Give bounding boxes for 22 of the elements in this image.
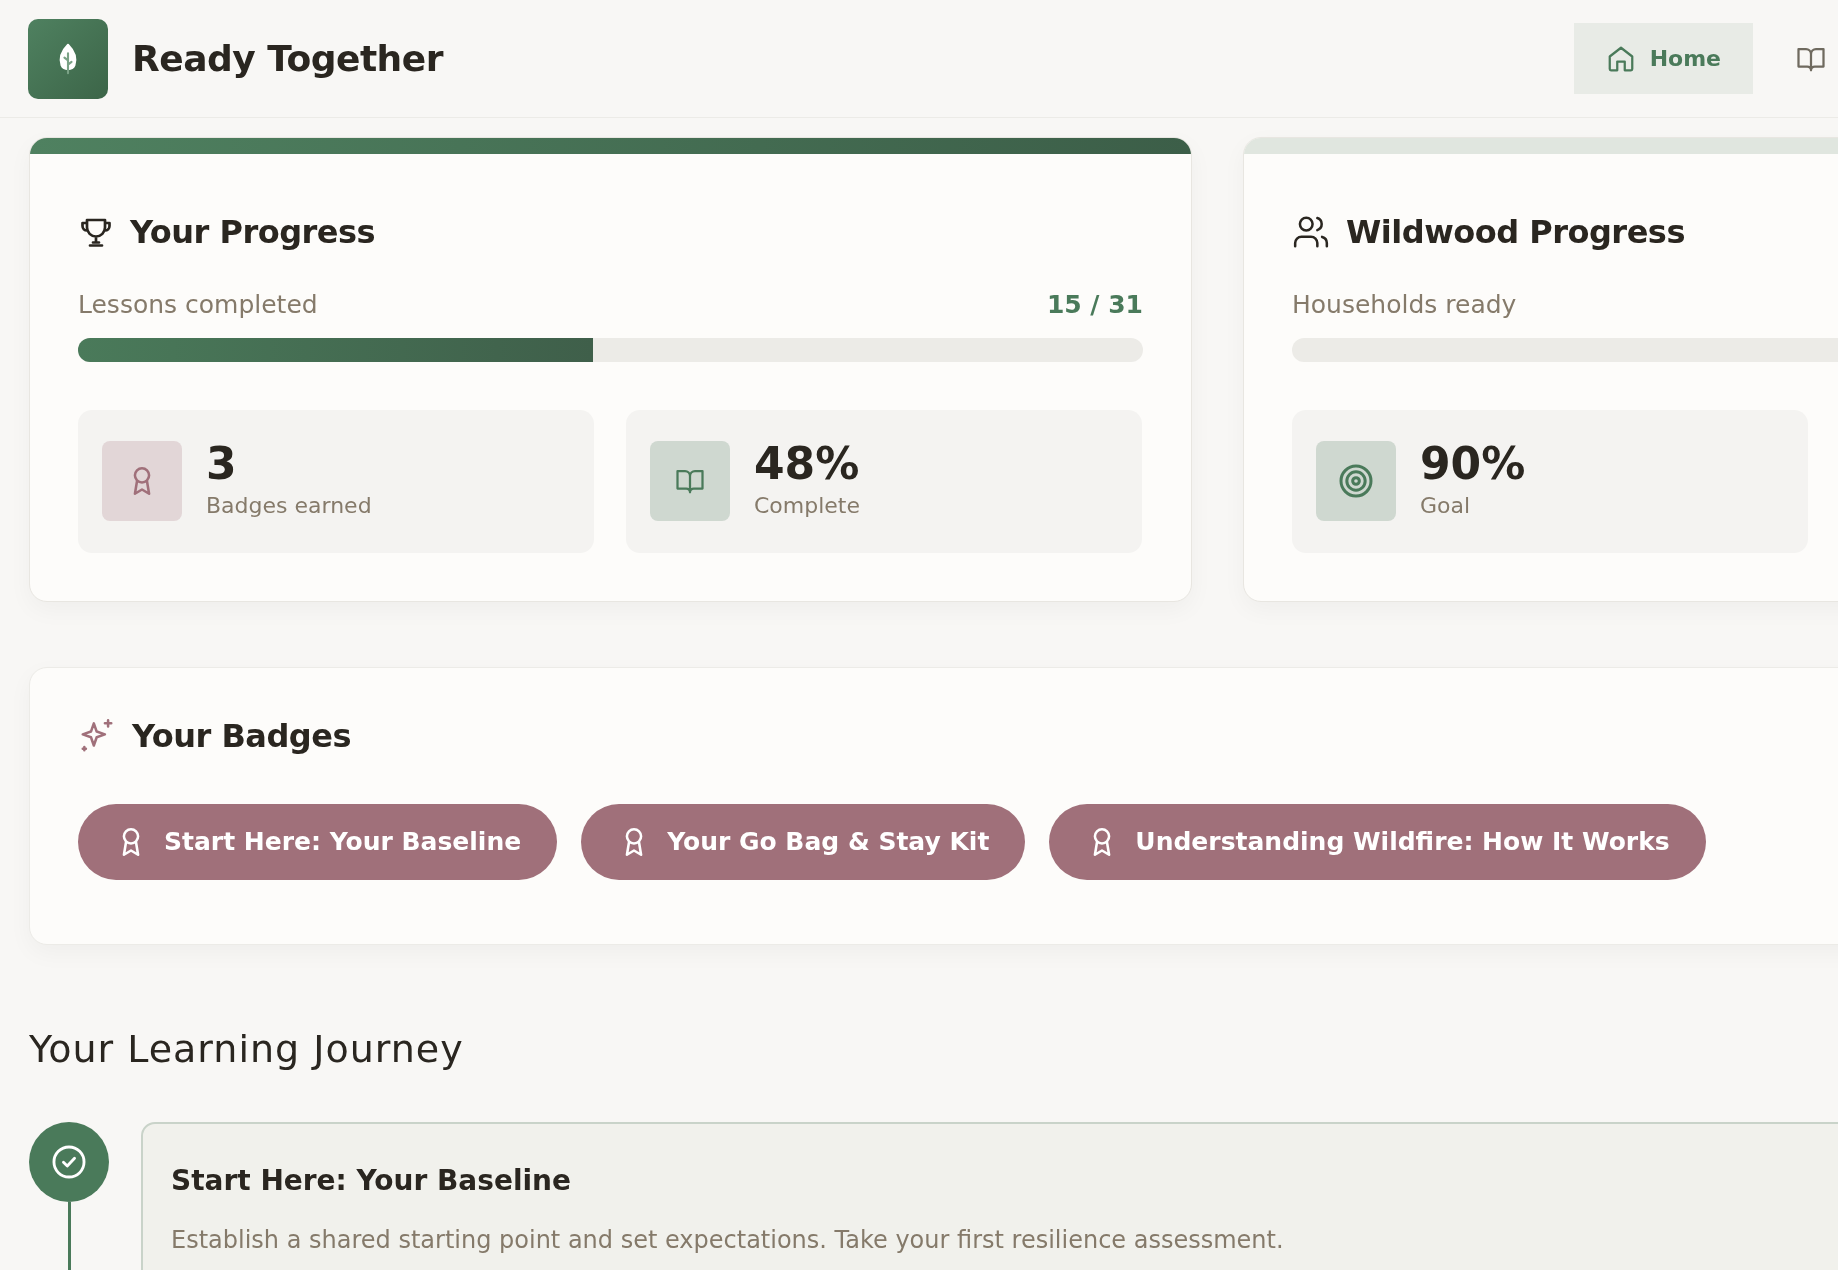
stat-value: 3: [206, 440, 238, 489]
card-title: Wildwood Progress: [1346, 212, 1685, 253]
stat-label: Goal: [1420, 491, 1472, 520]
stat-value: 48%: [754, 440, 861, 489]
card-title: Your Progress: [130, 212, 376, 253]
section-title: Your Learning Journey: [29, 1026, 465, 1073]
stat-label: Complete: [754, 491, 861, 520]
badge-chip[interactable]: Start Here: Your Baseline: [78, 804, 558, 880]
progress-label: Households ready: [1292, 289, 1517, 321]
nav-tab[interactable]: Home: [1573, 23, 1753, 94]
app-title: Ready Together: [132, 36, 445, 81]
badge-chip[interactable]: Your Go Bag & Stay Kit: [581, 804, 1026, 880]
lesson-title: Start Here: Your Baseline: [171, 1163, 572, 1199]
lesson-card[interactable]: Start Here: Your Baseline Establish a shared starting point and set expectations. Take your first resilience assessment.: [141, 1122, 1838, 1270]
badge-chip[interactable]: Understanding Wildfire: How It Works: [1049, 804, 1706, 880]
stat-value: 90%: [1420, 440, 1526, 489]
progress-label: Lessons completed: [78, 289, 318, 321]
stat-label: Badges earned: [206, 491, 372, 520]
lesson-description: Establish a shared starting point and set expectations. Take your first resilience assessment.: [171, 1225, 1285, 1256]
progress-reading: 15 / 31: [1046, 289, 1143, 321]
check-icon: [50, 1143, 88, 1181]
card-title: Your Badges: [132, 716, 351, 757]
